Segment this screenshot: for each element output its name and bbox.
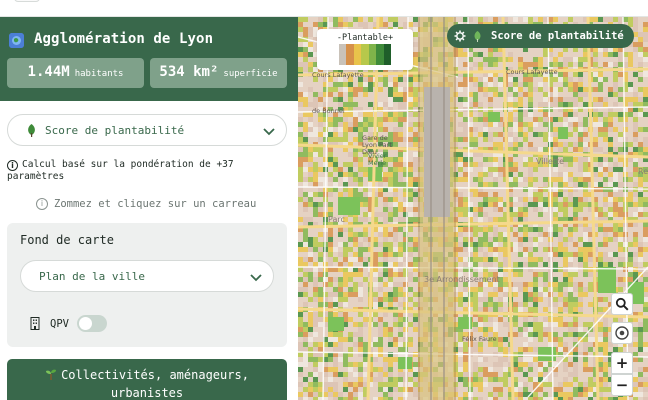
chevron-down-icon [250,274,262,282]
locate-button[interactable] [611,322,633,344]
audience-button-label: Collectivités, aménageurs, urbanistes [61,368,249,400]
legend-swatch [361,44,369,65]
top-bar-tab[interactable] [14,0,40,2]
calculation-info: i Calcul basé sur la pondération de +37 p… [7,159,289,183]
basemap-select[interactable]: Plan de la ville [20,260,274,292]
legend-title: -Plantable+ [336,33,394,43]
legend-scale [339,44,391,65]
map-view[interactable]: Cours Lafayette Cours Lafayette de Bonne… [298,17,648,400]
population-unit: habitants [74,69,124,79]
crosshair-icon [615,326,629,340]
seedling-icon [46,369,57,380]
legend-swatch [339,44,347,65]
audience-button[interactable]: Collectivités, aménageurs, urbanistes [7,359,287,400]
qpv-label: QPV [50,317,69,330]
map-label-district: Villette [536,157,565,166]
map-search-button[interactable] [611,293,633,315]
legend-swatch [376,44,384,65]
map-label-street: de Bonnel [312,107,345,115]
qpv-toggle[interactable] [76,315,107,332]
zoom-in-button[interactable]: + [611,352,633,374]
legend-swatch [383,44,391,65]
zoom-out-label: − [615,375,629,394]
area-stat: 534 km² superficie [150,58,287,88]
map-label-street: Cours Lafayette [312,71,364,79]
gear-icon [454,30,466,42]
layer-indicator[interactable]: Score de plantabilité [447,24,634,48]
map-label-district: Re [638,167,648,176]
city-title: Agglomération de Lyon [34,31,214,47]
sidebar-header: Agglomération de Lyon 1.44M habitants 53… [0,17,298,101]
legend-swatch [368,44,377,65]
zoom-hint: i Zommez et cliquez sur un carreau [36,198,256,210]
population-value: 1.44M [27,64,70,80]
map-label-street: Cours Lafayette [506,68,558,76]
zoom-in-label: + [615,353,629,372]
calculation-info-text: Calcul basé sur la pondération de +37 pa… [7,159,234,182]
zoom-hint-text: Zommez et cliquez sur un carreau [54,198,257,210]
score-layer-value: Score de plantabilité [45,123,185,137]
basemap-panel: Fond de carte Plan de la ville QPV [7,223,287,347]
toggle-knob [78,317,92,330]
info-circle-icon: i [36,198,48,210]
map-label-park: Parc [328,215,345,224]
top-bar [0,0,648,17]
map-label-park: Vivier Merle [368,152,387,167]
plantability-legend: -Plantable+ [317,29,413,70]
chevron-down-icon [263,128,275,136]
search-icon [615,297,629,311]
globe-icon [9,33,24,48]
info-icon: i [7,160,18,171]
basemap-title: Fond de carte [20,233,114,247]
map-label-district: 3e Arrondissement [424,275,500,284]
population-stat: 1.44M habitants [7,58,144,88]
basemap-selected: Plan de la ville [39,270,145,283]
area-value: 534 km² [159,64,219,80]
leaf-icon [28,123,35,137]
legend-swatch [353,44,362,65]
legend-swatch [346,44,354,65]
map-label-street: Félix Faure [462,335,497,343]
sidebar: Agglomération de Lyon 1.44M habitants 53… [0,17,298,400]
zoom-out-button[interactable]: − [611,374,633,396]
score-layer-select[interactable]: Score de plantabilité [7,114,287,146]
qpv-row: QPV [30,315,107,332]
layer-indicator-label: Score de plantabilité [491,30,624,42]
building-icon [30,317,40,330]
area-unit: superficie [223,69,278,79]
leaf-icon [474,30,481,42]
